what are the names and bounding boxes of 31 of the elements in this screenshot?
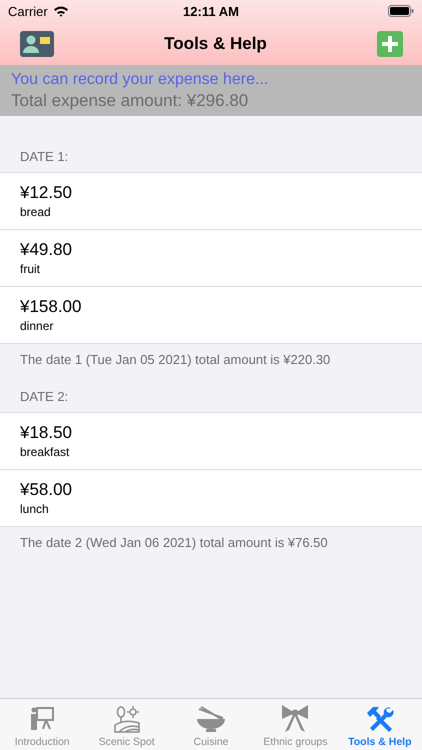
expense-name: breakfast — [20, 444, 70, 460]
tools-icon — [364, 705, 395, 733]
expense-amount: ¥12.50 — [20, 182, 73, 204]
carrier-label: Carrier — [8, 4, 48, 18]
section-header: DATE 1: — [19, 149, 70, 166]
bowl-icon — [195, 705, 228, 733]
tab[interactable]: Introduction — [0, 699, 84, 750]
hint-text: You can record your expense here... — [11, 70, 270, 90]
battery-icon — [388, 5, 414, 17]
expense-name: dinner — [20, 318, 54, 334]
section-header: DATE 2: — [19, 389, 70, 406]
wifi-icon — [52, 5, 69, 17]
section-footer: The date 2 (Wed Jan 06 2021) total amount is ¥76.50 — [0, 527, 422, 572]
tab[interactable]: Ethnic groups — [253, 699, 338, 750]
presenter-icon — [28, 705, 56, 733]
contact-card-icon[interactable] — [20, 30, 54, 56]
expense-amount: ¥49.80 — [20, 239, 73, 261]
expense-name: fruit — [20, 261, 42, 277]
tab[interactable]: Tools & Help — [338, 699, 422, 750]
nav-title: Tools & Help — [164, 34, 267, 54]
expense-amount: ¥18.50 — [20, 422, 73, 444]
expense-amount: ¥58.00 — [20, 479, 73, 501]
expense-name: bread — [20, 204, 52, 220]
expense-amount: ¥158.00 — [20, 296, 82, 318]
expense-name: lunch — [20, 501, 50, 517]
section-footer: The date 1 (Tue Jan 05 2021) total amount is ¥220.30 — [0, 344, 422, 389]
total-amount: Total expense amount: ¥296.80 — [11, 90, 250, 112]
status-time: 12:11 AM — [183, 4, 239, 18]
landscape-icon — [112, 705, 141, 733]
tab[interactable]: Scenic Spot — [84, 699, 169, 750]
tab[interactable]: Cuisine — [168, 699, 254, 750]
